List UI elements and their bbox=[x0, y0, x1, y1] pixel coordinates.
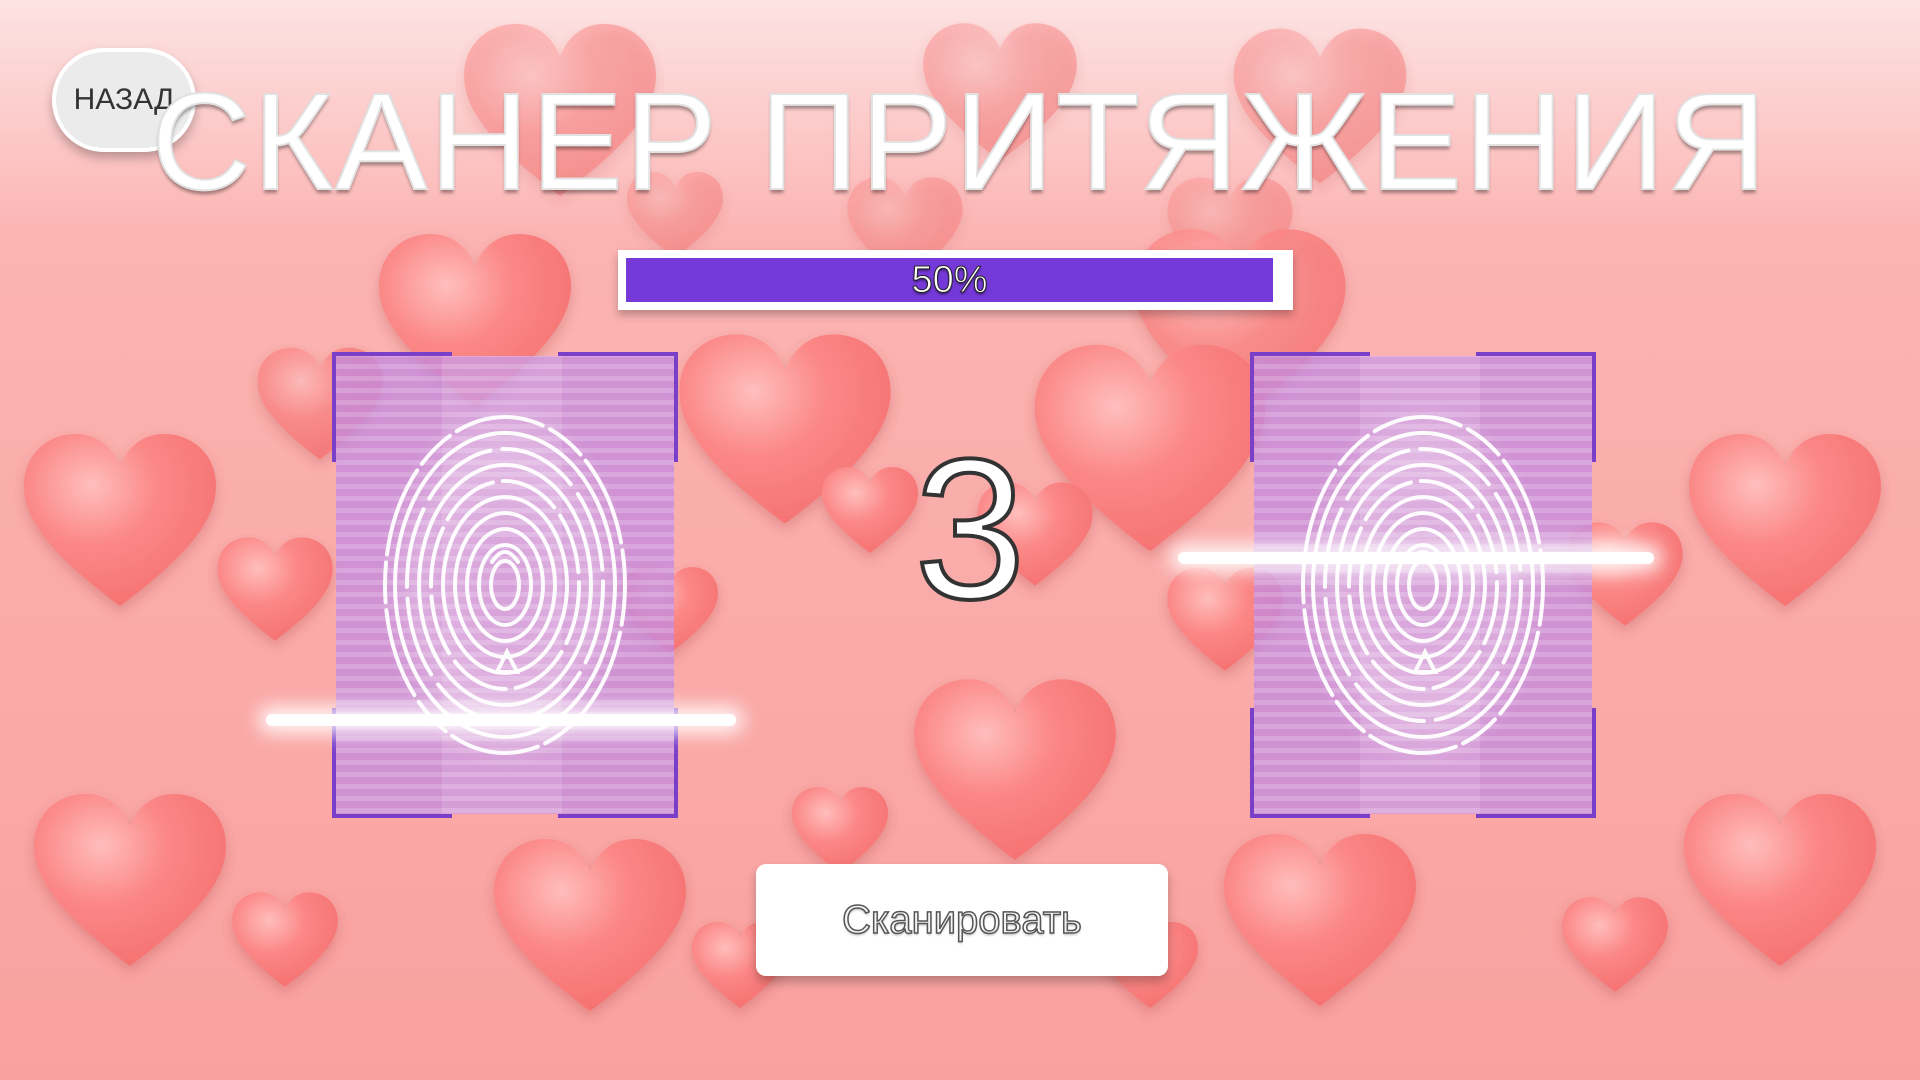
scan-line-left bbox=[266, 714, 736, 726]
fingerprint-scanner-right[interactable] bbox=[1178, 352, 1654, 818]
fingerprint-icon bbox=[332, 352, 678, 818]
progress-bar: 50% bbox=[618, 250, 1293, 310]
scan-line-right bbox=[1178, 552, 1654, 564]
fingerprint-scanner-left[interactable] bbox=[266, 352, 736, 818]
fingerprint-icon bbox=[1250, 352, 1596, 818]
progress-track: 50% bbox=[626, 258, 1273, 302]
progress-label: 50% bbox=[911, 258, 988, 301]
page-title: СКАНЕР ПРИТЯЖЕНИЯ bbox=[150, 65, 1769, 219]
scan-button-label: Сканировать bbox=[841, 897, 1082, 943]
scan-button[interactable]: Сканировать bbox=[756, 864, 1168, 976]
countdown-number: 3 bbox=[912, 418, 1027, 642]
